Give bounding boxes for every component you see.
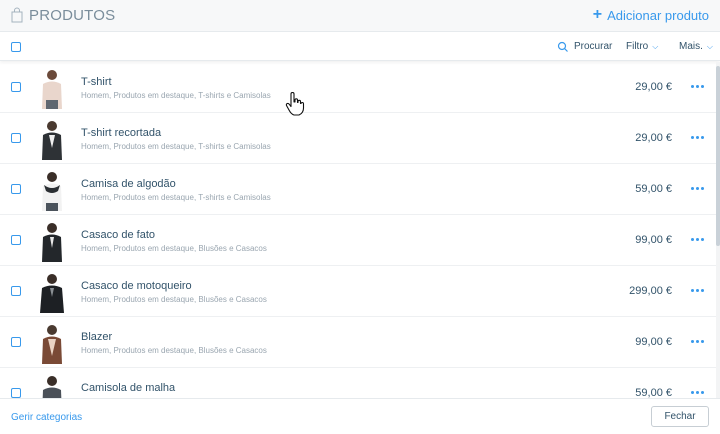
product-row[interactable]: Casaco de motoqueiro Homem, Produtos em …	[0, 266, 716, 317]
product-name: Camisola de malha	[81, 382, 176, 394]
chevron-down-icon: ⌵	[706, 41, 713, 51]
panel-footer: Gerir categorias Fechar	[0, 398, 720, 434]
product-categories: Homem, Produtos em destaque, T-shirts e …	[81, 91, 271, 100]
add-product-label: Adicionar produto	[607, 7, 709, 23]
product-row[interactable]: Casaco de fato Homem, Produtos em destaq…	[0, 215, 716, 266]
search-label: Procurar	[574, 41, 613, 52]
product-price: 299,00 €	[629, 285, 672, 297]
row-checkbox[interactable]	[11, 388, 21, 398]
product-thumbnail	[42, 172, 62, 211]
plus-icon: +	[592, 6, 603, 23]
list-scrollbar[interactable]	[716, 62, 720, 398]
scrollbar-thumb[interactable]	[716, 66, 720, 246]
product-list: T-shirt Homem, Produtos em destaque, T-s…	[0, 62, 716, 398]
product-categories: Homem, Produtos em destaque, T-shirts e …	[81, 193, 271, 202]
product-price: 59,00 €	[635, 387, 672, 398]
list-toolbar: Procurar Filtro ⌵ Mais. ⌵	[0, 33, 720, 61]
product-row[interactable]: T-shirt Homem, Produtos em destaque, T-s…	[0, 62, 716, 113]
close-button[interactable]: Fechar	[651, 406, 709, 427]
product-name: Casaco de motoqueiro	[81, 280, 192, 292]
product-thumbnail	[42, 70, 62, 109]
product-price: 59,00 €	[635, 183, 672, 195]
product-thumbnail	[40, 274, 64, 313]
product-row[interactable]: Camisola de malha 59,00 €	[0, 368, 716, 398]
select-all-checkbox[interactable]	[11, 42, 21, 52]
more-actions-icon[interactable]	[691, 85, 704, 88]
product-price: 29,00 €	[635, 81, 672, 93]
more-actions-icon[interactable]	[691, 136, 704, 139]
manage-categories-link[interactable]: Gerir categorias	[11, 412, 82, 423]
more-actions-icon[interactable]	[691, 187, 704, 190]
product-price: 99,00 €	[635, 234, 672, 246]
more-actions-icon[interactable]	[691, 238, 704, 241]
product-thumbnail	[42, 121, 62, 160]
product-name: Casaco de fato	[81, 229, 155, 241]
row-checkbox[interactable]	[11, 133, 21, 143]
filter-dropdown[interactable]: Filtro ⌵	[626, 41, 658, 52]
product-categories: Homem, Produtos em destaque, Blusões e C…	[81, 295, 267, 304]
more-actions-icon[interactable]	[691, 340, 704, 343]
panel-header: PRODUTOS + Adicionar produto	[0, 0, 720, 32]
product-price: 99,00 €	[635, 336, 672, 348]
search-icon[interactable]	[557, 41, 569, 53]
chevron-down-icon: ⌵	[652, 41, 659, 51]
hand-cursor-icon	[285, 92, 305, 116]
more-actions-icon[interactable]	[691, 289, 704, 292]
product-row[interactable]: Blazer Homem, Produtos em destaque, Blus…	[0, 317, 716, 368]
product-name: Blazer	[81, 331, 113, 343]
more-label: Mais.	[679, 41, 703, 52]
product-thumbnail	[42, 325, 62, 364]
row-checkbox[interactable]	[11, 286, 21, 296]
more-dropdown[interactable]: Mais. ⌵	[679, 41, 713, 52]
product-name: T-shirt	[81, 76, 112, 88]
product-name: T-shirt recortada	[81, 127, 162, 139]
row-checkbox[interactable]	[11, 235, 21, 245]
filter-label: Filtro	[626, 41, 649, 52]
row-checkbox[interactable]	[11, 82, 21, 92]
product-thumbnail	[42, 223, 62, 262]
row-checkbox[interactable]	[11, 337, 21, 347]
product-price: 29,00 €	[635, 132, 672, 144]
search-button[interactable]: Procurar	[574, 41, 612, 52]
row-checkbox[interactable]	[11, 184, 21, 194]
product-categories: Homem, Produtos em destaque, Blusões e C…	[81, 346, 267, 355]
page-title: PRODUTOS	[29, 7, 116, 24]
product-row[interactable]: Camisa de algodão Homem, Produtos em des…	[0, 164, 716, 215]
shopping-bag-icon	[11, 7, 23, 23]
product-categories: Homem, Produtos em destaque, Blusões e C…	[81, 244, 267, 253]
product-row[interactable]: T-shirt recortada Homem, Produtos em des…	[0, 113, 716, 164]
add-product-button[interactable]: + Adicionar produto	[593, 7, 709, 23]
product-thumbnail	[42, 376, 62, 398]
more-actions-icon[interactable]	[691, 391, 704, 394]
product-categories: Homem, Produtos em destaque, T-shirts e …	[81, 142, 271, 151]
product-name: Camisa de algodão	[81, 178, 176, 190]
